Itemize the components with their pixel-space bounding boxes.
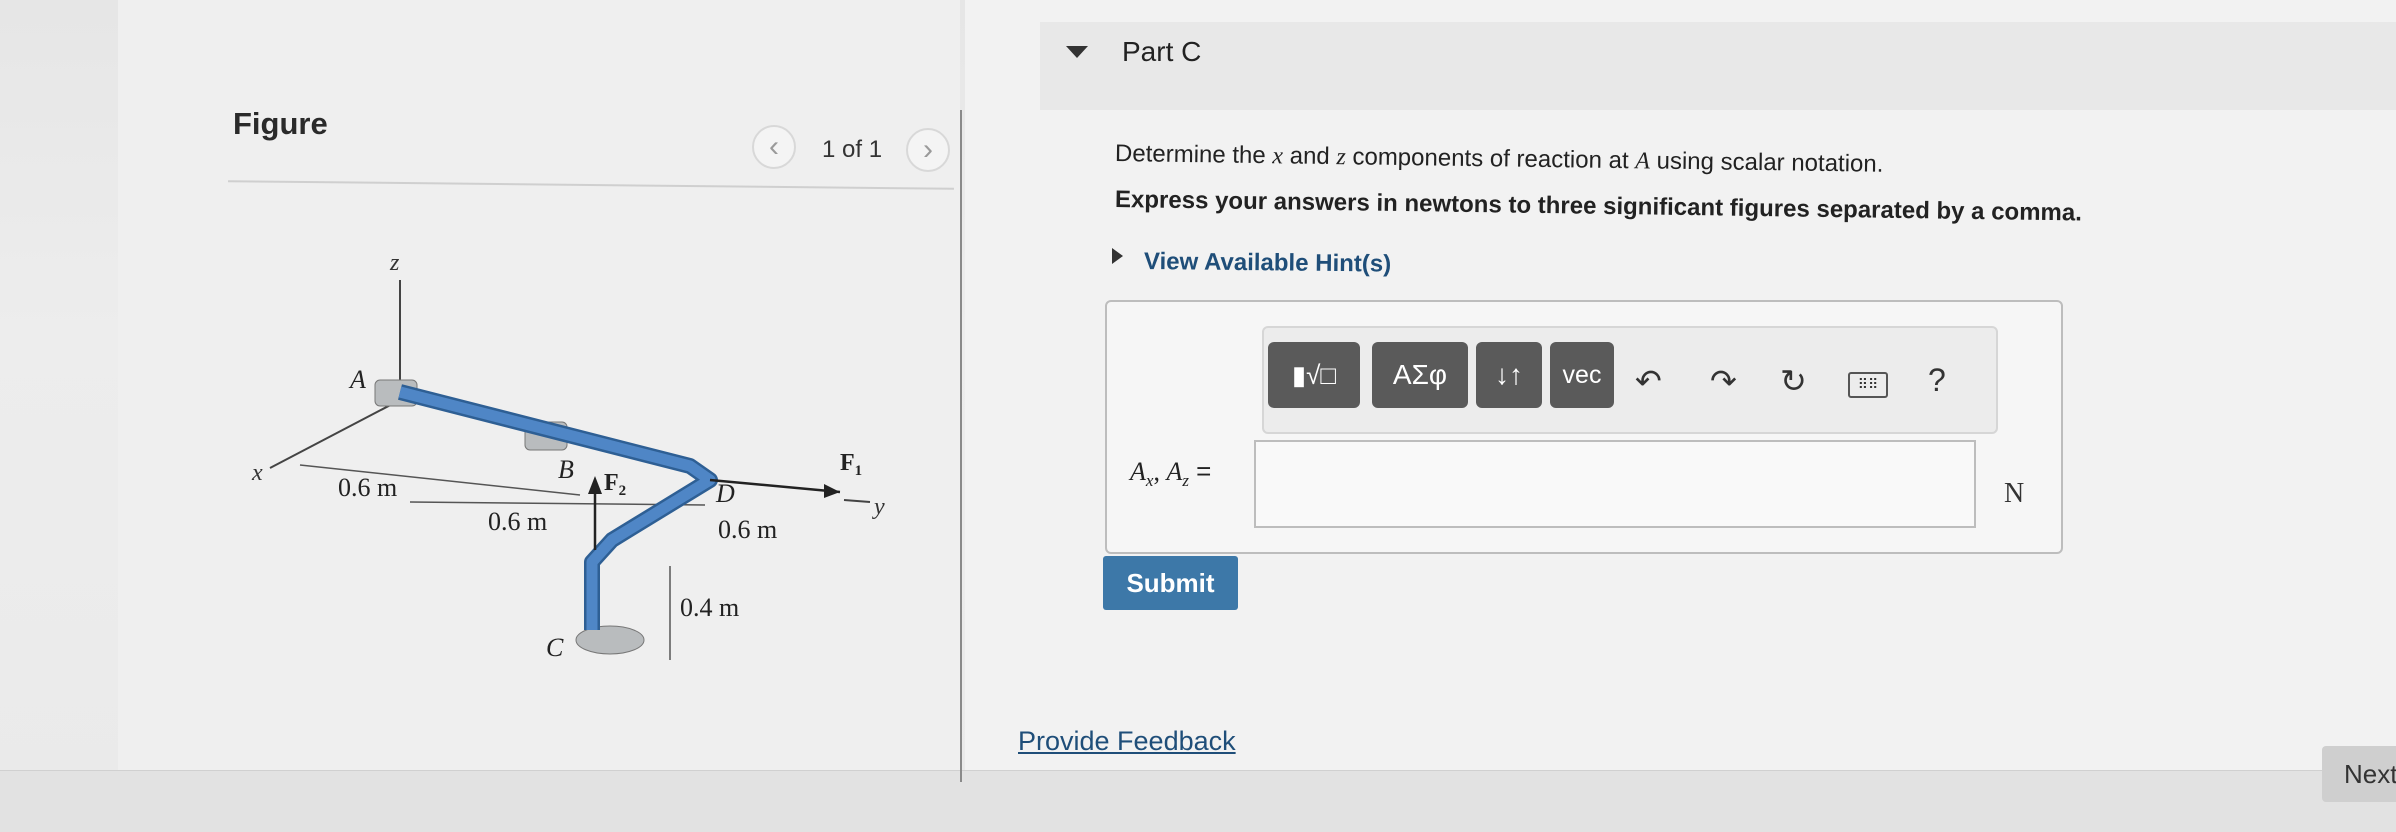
point-a-label: A bbox=[348, 365, 366, 394]
figure-page-count: 1 of 1 bbox=[822, 136, 883, 163]
bottom-bar bbox=[0, 770, 2396, 832]
sort-button[interactable]: ↓↑ bbox=[1476, 342, 1542, 408]
provide-feedback-link[interactable]: Provide Feedback bbox=[1018, 726, 1236, 757]
y-axis-line bbox=[843, 499, 871, 503]
reset-icon[interactable]: ↻ bbox=[1780, 362, 1807, 400]
next-button[interactable]: Next bbox=[2322, 746, 2396, 802]
answer-input[interactable] bbox=[1254, 440, 1976, 528]
part-header bbox=[1040, 22, 2396, 110]
z-axis-label: z bbox=[389, 250, 400, 276]
f1-label: F1 bbox=[840, 450, 862, 479]
point-b-label: B bbox=[558, 455, 574, 484]
redo-icon[interactable]: ↷ bbox=[1710, 362, 1737, 400]
x-axis-label: x bbox=[251, 460, 263, 486]
frame-diagram: z x F1 y F2 A B C D 0.6 m 0.6 m 0.6 m 0.… bbox=[251, 250, 885, 662]
point-c-label: C bbox=[546, 633, 564, 662]
view-hints-link[interactable]: View Available Hint(s) bbox=[1144, 248, 1391, 279]
frame-rod bbox=[398, 386, 716, 630]
dimension-d-label: 0.6 m bbox=[718, 515, 777, 544]
panel-divider bbox=[960, 110, 962, 782]
f2-arrowhead bbox=[588, 476, 602, 494]
undo-icon[interactable]: ↶ bbox=[1635, 362, 1662, 400]
part-title: Part C bbox=[1122, 36, 1202, 67]
chevron-left-icon: ‹ bbox=[769, 130, 779, 163]
dimension-c-label: 0.4 m bbox=[680, 593, 739, 622]
point-d-label: D bbox=[715, 479, 735, 508]
greek-symbols-button[interactable]: ΑΣφ bbox=[1372, 342, 1468, 408]
support-c bbox=[575, 625, 645, 655]
previous-figure-button[interactable]: ‹ bbox=[752, 125, 796, 169]
dimension-ab-label: 0.6 m bbox=[338, 473, 397, 502]
y-axis-label: y bbox=[872, 494, 885, 520]
figure-title: Figure bbox=[233, 106, 328, 141]
next-figure-button[interactable]: › bbox=[906, 128, 950, 172]
answer-label: Ax, Az = bbox=[1130, 456, 1212, 491]
hint-caret-icon[interactable] bbox=[1112, 248, 1123, 264]
submit-button[interactable]: Submit bbox=[1103, 556, 1238, 610]
help-button[interactable]: ? bbox=[1928, 362, 1946, 399]
f2-label: F2 bbox=[604, 470, 626, 499]
unit-label: N bbox=[2004, 478, 2025, 509]
keyboard-icon[interactable]: ⠿⠿ bbox=[1848, 372, 1888, 398]
x-axis-line bbox=[269, 399, 401, 469]
chevron-right-icon: › bbox=[923, 133, 933, 166]
vector-button[interactable]: vec bbox=[1550, 342, 1614, 408]
f1-arrowhead bbox=[824, 484, 840, 498]
templates-button[interactable]: ▮√□ bbox=[1268, 342, 1360, 408]
dimension-bd-label: 0.6 m bbox=[488, 507, 547, 536]
collapse-caret-icon[interactable] bbox=[1066, 46, 1088, 58]
